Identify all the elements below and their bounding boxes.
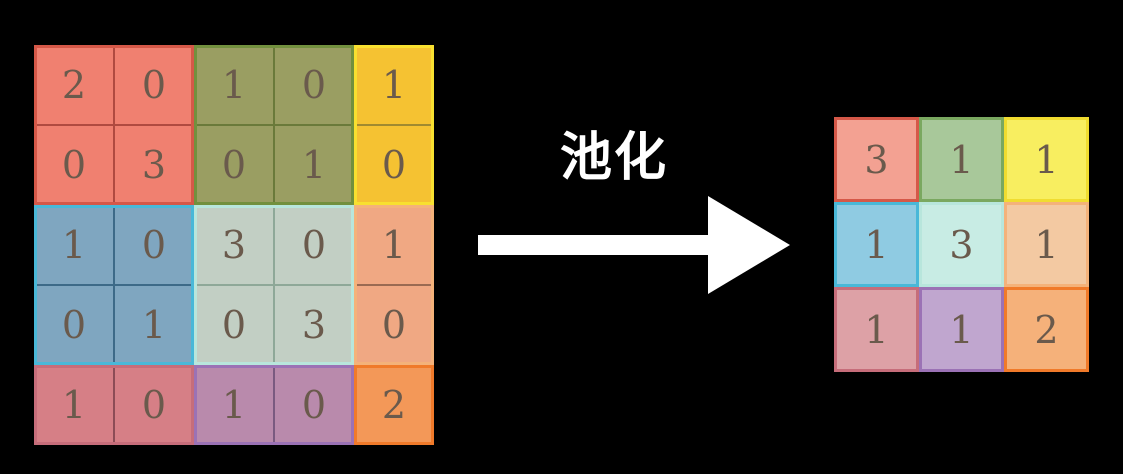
input-cell-r3-c2: 0: [221, 303, 247, 347]
input-cell-r3-c4: 0: [381, 303, 407, 347]
input-cell-r4-c4: 2: [381, 383, 407, 427]
input-cell-r4-c1: 0: [141, 383, 167, 427]
output-cell-r1-c2: 1: [1004, 202, 1089, 287]
input-cell-r2-c4: 1: [381, 223, 407, 267]
input-cell-r0-c1: 0: [141, 63, 167, 107]
output-cell-r2-c1: 1: [919, 287, 1004, 372]
input-cell-r3-c1: 1: [141, 303, 167, 347]
input-cell-r0-c3: 0: [301, 63, 327, 107]
right-arrow-icon: [478, 196, 790, 294]
output-cell-r1-c1: 3: [919, 202, 1004, 287]
input-cell-r0-c2: 1: [221, 63, 247, 107]
output-cell-r0-c0: 3: [834, 117, 919, 202]
input-cell-r2-c1: 0: [141, 223, 167, 267]
pooling-diagram: 2010103010103010103010102 池化 311131112: [0, 0, 1123, 474]
input-cell-r1-c4: 0: [381, 143, 407, 187]
input-cell-r3-c0: 0: [61, 303, 87, 347]
arrow-shaft: [478, 235, 713, 255]
input-cell-r1-c3: 1: [301, 143, 327, 187]
input-cell-r0-c0: 2: [61, 63, 87, 107]
input-cell-r2-c2: 3: [221, 223, 247, 267]
output-cell-r1-c0: 1: [834, 202, 919, 287]
input-cell-r4-c0: 1: [61, 383, 87, 427]
input-cell-r2-c3: 0: [301, 223, 327, 267]
output-cell-r2-c0: 1: [834, 287, 919, 372]
input-cell-r3-c3: 3: [301, 303, 327, 347]
pooling-label: 池化: [560, 127, 669, 188]
pooled-output-map: 311131112: [834, 117, 1089, 372]
input-cell-r1-c2: 0: [221, 143, 247, 187]
arrow-head: [708, 196, 790, 294]
input-cell-r4-c2: 1: [221, 383, 247, 427]
input-cell-r2-c0: 1: [61, 223, 87, 267]
output-cell-r2-c2: 2: [1004, 287, 1089, 372]
output-cell-r0-c1: 1: [919, 117, 1004, 202]
input-cell-r1-c0: 0: [61, 143, 87, 187]
output-cell-r0-c2: 1: [1004, 117, 1089, 202]
input-cell-r4-c3: 0: [301, 383, 327, 427]
input-cell-r1-c1: 3: [141, 143, 167, 187]
input-feature-map: 2 0 1 0 1 0 3 0 1 0 1 0 3 0 1 0 1 0 3 0 1 0 1 0 2: [34, 45, 434, 445]
input-cell-r0-c4: 1: [381, 63, 407, 107]
